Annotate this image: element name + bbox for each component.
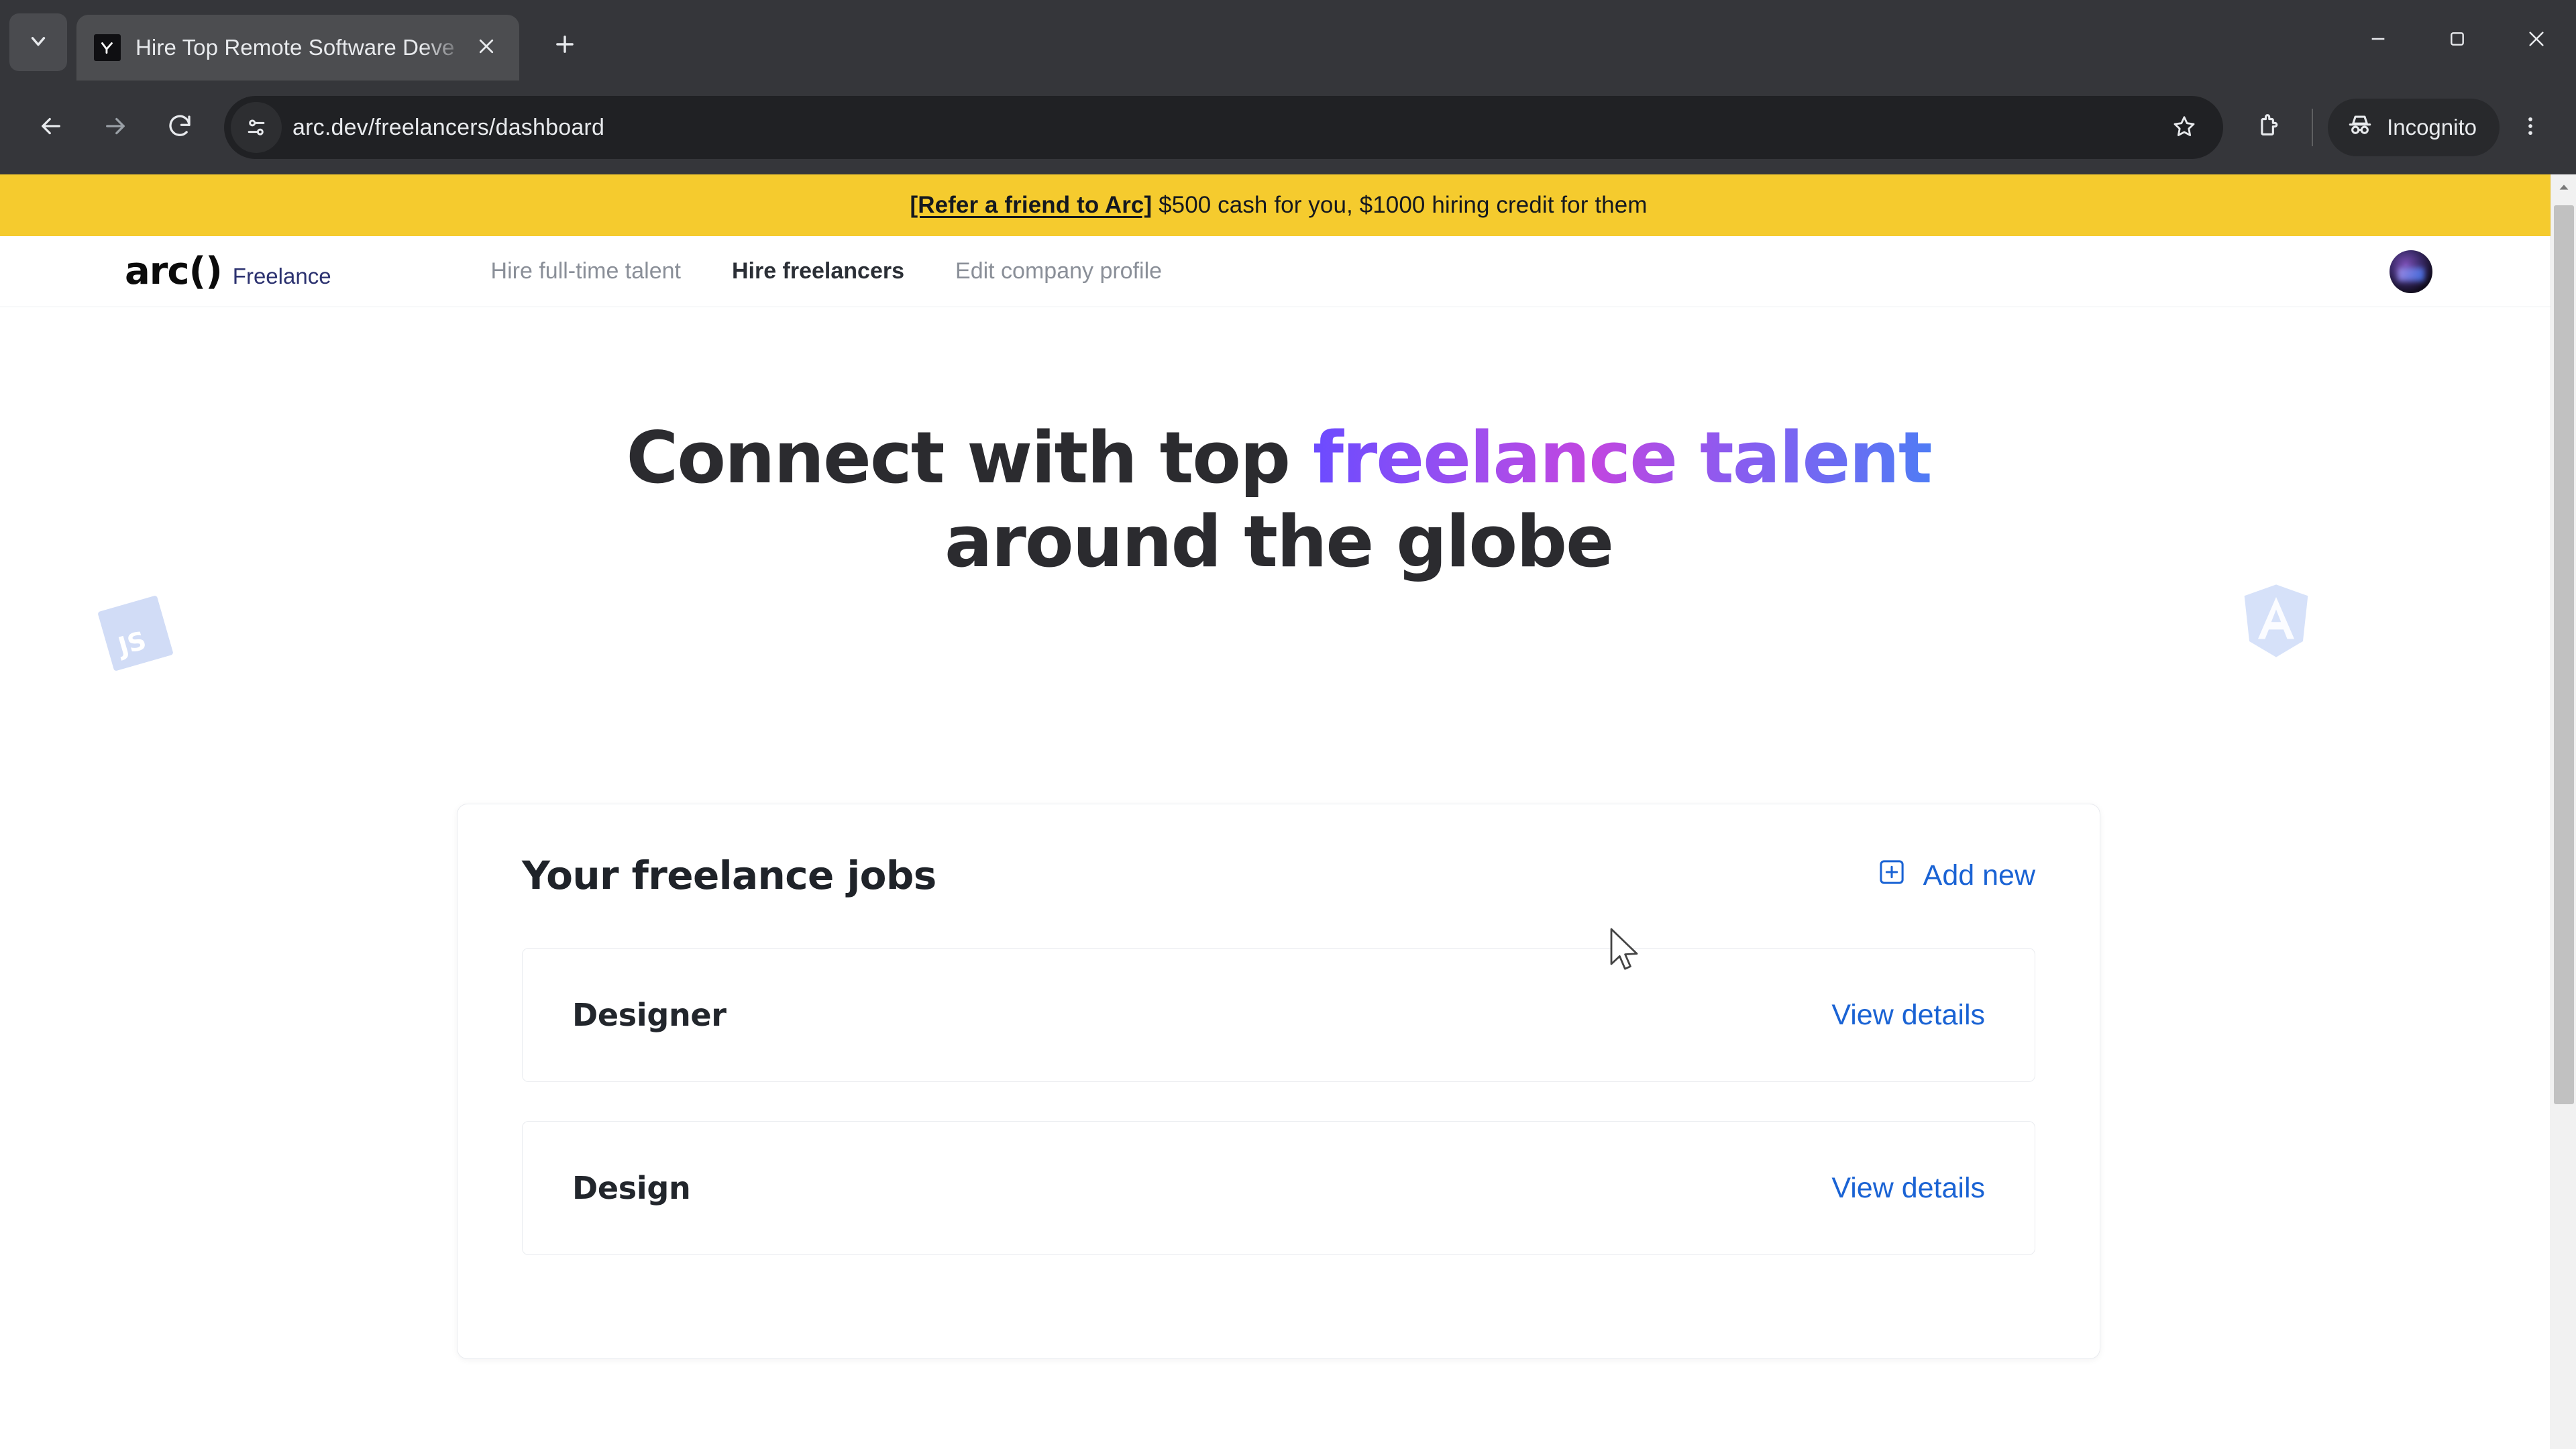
jobs-card-title: Your freelance jobs	[522, 853, 936, 898]
referral-banner-text: [Refer a friend to Arc] $500 cash for yo…	[910, 192, 1647, 219]
reload-icon	[166, 112, 194, 144]
site-settings-icon[interactable]	[231, 102, 282, 153]
page-viewport: [Refer a friend to Arc] $500 cash for yo…	[0, 174, 2576, 1449]
plus-icon	[552, 32, 578, 60]
arc-wordmark: arc()	[125, 249, 223, 293]
hero-section: JS Connect with top freelance talent aro…	[0, 307, 2557, 804]
javascript-logo-icon: JS	[97, 595, 174, 672]
jobs-card-header: Your freelance jobs Add new	[522, 853, 2035, 898]
forward-arrow-icon	[101, 112, 129, 144]
toolbar-divider	[2312, 109, 2314, 146]
url-text[interactable]: arc.dev/freelancers/dashboard	[292, 115, 2157, 141]
tab-title: Hire Top Remote Software Deve	[136, 35, 455, 60]
extensions-button[interactable]	[2239, 99, 2297, 156]
hero-line1-plain: Connect with top	[626, 417, 1313, 499]
maximize-icon	[2447, 28, 2468, 53]
jobs-card-wrapper: Your freelance jobs Add new Designer Vie…	[0, 804, 2557, 1359]
table-row[interactable]: Design View details	[522, 1121, 2035, 1255]
nav-link-edit-company-profile[interactable]: Edit company profile	[930, 258, 1187, 284]
forward-button[interactable]	[83, 95, 148, 160]
maximize-button[interactable]	[2418, 0, 2497, 80]
tab-strip: Hire Top Remote Software Deve	[0, 0, 2576, 80]
add-new-label: Add new	[1923, 859, 2035, 892]
hero-content: Connect with top freelance talent around…	[0, 307, 2557, 584]
brand-subtitle: Freelance	[232, 263, 331, 288]
scroll-up-arrow-icon	[2557, 180, 2571, 198]
site-navbar: arc() Freelance Hire full-time talent Hi…	[0, 236, 2557, 307]
incognito-indicator[interactable]: Incognito	[2328, 99, 2500, 156]
back-arrow-icon	[37, 112, 65, 144]
page-title: Connect with top freelance talent around…	[0, 416, 2557, 584]
nav-link-hire-full-time-talent[interactable]: Hire full-time talent	[466, 258, 706, 284]
referral-banner[interactable]: [Refer a friend to Arc] $500 cash for yo…	[0, 174, 2557, 236]
address-bar[interactable]: arc.dev/freelancers/dashboard	[224, 96, 2224, 159]
bookmark-button[interactable]	[2157, 101, 2211, 154]
browser-tab[interactable]: Hire Top Remote Software Deve	[76, 15, 519, 80]
user-avatar[interactable]	[2390, 250, 2432, 293]
nav-links: Hire full-time talent Hire freelancers E…	[466, 258, 1188, 284]
extensions-puzzle-icon	[2254, 112, 2282, 144]
scrollbar-up-button[interactable]	[2551, 174, 2576, 203]
tab-search-button[interactable]	[9, 13, 67, 71]
angular-logo-icon	[2239, 582, 2313, 659]
hero-line1-gradient: freelance talent	[1312, 417, 1933, 499]
kebab-menu-icon	[2518, 114, 2542, 142]
back-button[interactable]	[19, 95, 83, 160]
close-icon	[476, 36, 496, 60]
brand-logo[interactable]: arc() Freelance	[125, 249, 331, 293]
reload-button[interactable]	[148, 95, 212, 160]
window-close-button[interactable]	[2497, 0, 2576, 80]
browser-toolbar: arc.dev/freelancers/dashboard Incognito	[0, 80, 2576, 174]
browser-menu-button[interactable]	[2504, 99, 2557, 156]
job-title: Designer	[572, 997, 727, 1033]
freelance-jobs-card: Your freelance jobs Add new Designer Vie…	[457, 804, 2100, 1359]
browser-window: Hire Top Remote Software Deve arc.dev/fr…	[0, 0, 2576, 1449]
arc-logo-favicon	[94, 34, 121, 61]
referral-banner-rest: $500 cash for you, $1000 hiring credit f…	[1152, 192, 1648, 218]
plus-square-icon	[1876, 857, 1907, 895]
chevron-down-icon	[27, 30, 50, 56]
hero-line2: around the globe	[944, 500, 1614, 584]
web-page: [Refer a friend to Arc] $500 cash for yo…	[0, 174, 2557, 1449]
star-icon	[2171, 113, 2198, 143]
incognito-label: Incognito	[2387, 115, 2477, 140]
tab-close-button[interactable]	[468, 30, 504, 66]
minimize-button[interactable]	[2339, 0, 2418, 80]
nav-link-hire-freelancers[interactable]: Hire freelancers	[706, 258, 930, 284]
close-icon	[2526, 28, 2547, 53]
new-tab-button[interactable]	[537, 17, 593, 74]
page-scrollbar[interactable]	[2551, 174, 2576, 1449]
job-title: Design	[572, 1170, 691, 1206]
refer-a-friend-link[interactable]: [Refer a friend to Arc]	[910, 192, 1152, 218]
window-controls	[2339, 0, 2576, 80]
add-new-button[interactable]: Add new	[1876, 857, 2035, 895]
incognito-hat-icon	[2345, 110, 2387, 145]
table-row[interactable]: Designer View details	[522, 948, 2035, 1082]
minimize-icon	[2367, 28, 2389, 53]
view-details-link[interactable]: View details	[1831, 1172, 1985, 1205]
view-details-link[interactable]: View details	[1831, 999, 1985, 1032]
svg-text:JS: JS	[113, 625, 149, 661]
scrollbar-thumb[interactable]	[2554, 205, 2574, 1104]
